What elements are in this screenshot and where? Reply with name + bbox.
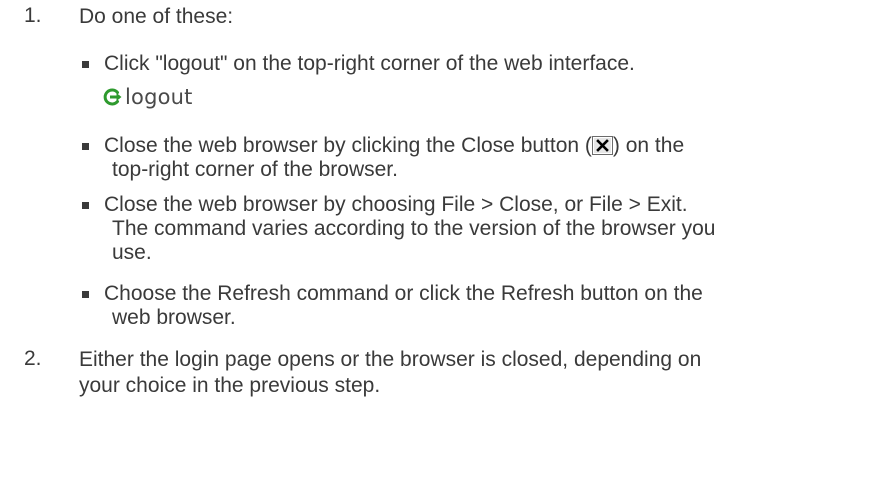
bullet-line: Choose the Refresh command or click the … xyxy=(104,282,703,305)
bullet-line: Close the web browser by choosing File >… xyxy=(104,193,688,216)
bullet-line: top-right corner of the browser. xyxy=(112,158,398,181)
bullet-text: Click "logout" on the top-right corner o… xyxy=(104,52,635,75)
step-intro: Do one of these: xyxy=(79,5,234,28)
step-number: 1. xyxy=(24,4,42,27)
logout-label: logout xyxy=(125,85,193,109)
bullet-marker xyxy=(82,291,89,298)
step-line: Either the login page opens or the brows… xyxy=(79,348,702,371)
logout-arrow-icon xyxy=(103,87,123,107)
bullet-text: Close the web browser by choosing File >… xyxy=(104,193,864,265)
step-line: your choice in the previous step. xyxy=(79,374,381,397)
bullet-text-part: ) on the xyxy=(612,134,685,157)
bullet-marker xyxy=(82,61,89,68)
bullet-line: The command varies according to the vers… xyxy=(112,217,716,240)
bullet-line: web browser. xyxy=(112,306,236,329)
close-x-icon xyxy=(591,136,613,155)
bullet-text-part: Close the web browser by clicking the Cl… xyxy=(104,134,592,157)
bullet-line: Close the web browser by clicking the Cl… xyxy=(104,134,864,158)
logout-link-illustration: logout xyxy=(103,82,193,112)
bullet-text: Choose the Refresh command or click the … xyxy=(104,282,864,330)
bullet-text: Close the web browser by clicking the Cl… xyxy=(104,134,864,182)
bullet-marker xyxy=(82,202,89,209)
bullet-marker xyxy=(82,143,89,150)
bullet-line: use. xyxy=(112,241,152,264)
step-number: 2. xyxy=(24,347,42,370)
step-text: Either the login page opens or the brows… xyxy=(79,347,874,399)
